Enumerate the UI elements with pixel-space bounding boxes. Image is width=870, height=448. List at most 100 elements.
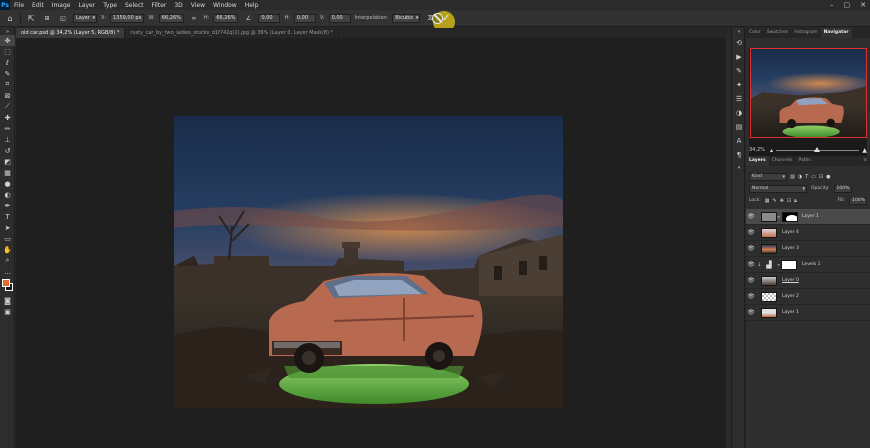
panel-menu-icon[interactable]: ≡ — [860, 156, 870, 166]
character-icon[interactable]: ᴬ — [732, 162, 746, 176]
gradient-tool-icon[interactable]: ▦ — [0, 167, 15, 178]
lock-position-icon[interactable]: ✥ — [780, 198, 784, 204]
lasso-tool-icon[interactable]: ℓ — [0, 57, 15, 68]
lock-all-icon[interactable]: 🔒︎ — [794, 198, 797, 204]
layer-thumbnail[interactable] — [761, 244, 777, 254]
history-brush-tool-icon[interactable]: ↺ — [0, 145, 15, 156]
visibility-eye-icon[interactable]: 👁︎ — [746, 225, 756, 241]
document-canvas-image[interactable] — [174, 116, 563, 408]
mask-link-icon[interactable]: ∞ — [777, 214, 780, 219]
menu-window[interactable]: Window — [209, 2, 241, 9]
menu-file[interactable]: File — [10, 2, 28, 9]
filter-type-icon[interactable]: T — [805, 174, 808, 180]
layer-row[interactable]: 👁︎ Layer 2 — [746, 289, 870, 305]
marquee-tool-icon[interactable]: ⬚ — [0, 46, 15, 57]
lock-artboard-icon[interactable]: ⊡ — [787, 198, 791, 204]
filter-smart-object-icon[interactable]: ⊡ — [819, 174, 823, 180]
menu-edit[interactable]: Edit — [28, 2, 48, 9]
glyphs-icon[interactable]: A — [732, 134, 746, 148]
opacity-field[interactable]: 100% — [833, 184, 852, 193]
brush-settings-icon[interactable]: ✎ — [732, 64, 746, 78]
menu-layer[interactable]: Layer — [74, 2, 99, 9]
path-select-tool-icon[interactable]: ➤ — [0, 222, 15, 233]
fill-field[interactable]: 100% — [849, 196, 867, 205]
lock-transparency-icon[interactable]: ▦ — [765, 198, 770, 204]
lock-pixels-icon[interactable]: ✎ — [773, 198, 777, 204]
interpolation-select[interactable]: Bicubic — [392, 13, 421, 23]
tab-histogram[interactable]: Histogram — [791, 28, 820, 38]
layer-row[interactable]: 👁︎ Layer 4 — [746, 225, 870, 241]
menu-image[interactable]: Image — [48, 2, 75, 9]
layer-kind-select[interactable]: Kind — [749, 172, 787, 181]
visibility-eye-icon[interactable]: 👁︎ — [746, 257, 756, 273]
document-tab-active[interactable]: old car.psd @ 34,2% (Layer 5, RGB/8) * — [16, 28, 126, 38]
blend-mode-select[interactable]: Normal — [749, 184, 807, 193]
adjustments-icon[interactable]: ◑ — [732, 106, 746, 120]
document-tab[interactable]: rusty_car_by_two_ladies_stocks_d1f742q(2… — [125, 28, 340, 38]
zoom-tool-icon[interactable]: ⌕ — [0, 255, 15, 266]
layer-mask-thumbnail[interactable] — [781, 260, 797, 270]
quick-select-tool-icon[interactable]: ✎ — [0, 68, 15, 79]
foreground-color-swatch[interactable] — [2, 279, 10, 287]
menu-filter[interactable]: Filter — [148, 2, 171, 9]
frame-tool-icon[interactable]: ⊠ — [0, 90, 15, 101]
crop-tool-icon[interactable]: ⌗ — [0, 79, 15, 90]
tab-navigator[interactable]: Navigator — [820, 28, 852, 38]
width-field[interactable]: 66,26% — [158, 13, 184, 23]
visibility-eye-icon[interactable]: 👁︎ — [746, 209, 756, 225]
brush-tool-icon[interactable]: ✏ — [0, 123, 15, 134]
zoom-value[interactable]: 34,2% — [749, 147, 767, 153]
layer-thumbnail[interactable] — [761, 276, 777, 286]
tab-paths[interactable]: Paths — [795, 156, 813, 166]
eyedropper-tool-icon[interactable]: ⟋ — [0, 101, 15, 112]
layer-row[interactable]: 👁︎ Layer 3 — [746, 241, 870, 257]
zoom-slider-thumb[interactable] — [813, 146, 820, 152]
layer-name[interactable]: Layer 1 — [782, 310, 799, 315]
quick-mask-icon[interactable]: ◙ — [0, 295, 15, 306]
visibility-eye-icon[interactable]: 👁︎ — [746, 241, 756, 257]
navigator-view-box[interactable] — [750, 48, 867, 138]
x-field[interactable]: 1359,00 px — [110, 13, 145, 23]
skew-v-field[interactable]: 0,00 — [328, 13, 351, 23]
libraries-icon[interactable]: ▤ — [732, 120, 746, 134]
layer-row[interactable]: 👁︎ ↓ ▟ ∞ Levels 1 — [746, 257, 870, 273]
reference-select[interactable]: Layer — [73, 13, 97, 23]
properties-icon[interactable]: ☰ — [732, 92, 746, 106]
layer-name[interactable]: Layer 2 — [782, 294, 799, 299]
close-icon[interactable]: ✕ — [860, 1, 866, 9]
rectangle-tool-icon[interactable]: ▭ — [0, 233, 15, 244]
eraser-tool-icon[interactable]: ◩ — [0, 156, 15, 167]
skew-h-field[interactable]: 0,00 — [293, 13, 316, 23]
collapse-panels-icon[interactable]: « — [732, 28, 746, 36]
maximize-icon[interactable]: ▢ — [844, 1, 851, 9]
filter-toggle-icon[interactable]: ● — [826, 174, 830, 180]
commit-transform-icon[interactable]: ✓ — [442, 13, 453, 24]
screen-mode-icon[interactable]: ▣ — [0, 306, 15, 317]
tab-layers[interactable]: Layers — [746, 156, 769, 166]
layer-thumbnail[interactable] — [761, 212, 777, 222]
levels-adjustment-icon[interactable]: ▟ — [763, 260, 775, 270]
layer-row[interactable]: 👁︎ ∞ Layer 1 — [746, 209, 870, 225]
move-tool-icon[interactable]: ✥ — [0, 35, 15, 46]
history-icon[interactable]: ⟲ — [732, 36, 746, 50]
visibility-eye-icon[interactable]: 👁︎ — [746, 289, 756, 305]
tab-channels[interactable]: Channels — [769, 156, 796, 166]
menu-3d[interactable]: 3D — [170, 2, 186, 9]
menu-select[interactable]: Select — [121, 2, 148, 9]
cancel-transform-icon[interactable] — [432, 13, 443, 24]
layer-thumbnail[interactable] — [761, 228, 777, 238]
visibility-eye-icon[interactable]: 👁︎ — [746, 305, 756, 321]
pen-tool-icon[interactable]: ✒ — [0, 200, 15, 211]
blur-tool-icon[interactable]: ● — [0, 178, 15, 189]
height-field[interactable]: 66,26% — [213, 13, 239, 23]
clone-stamp-tool-icon[interactable]: ⊥ — [0, 134, 15, 145]
paragraph-icon[interactable]: ¶ — [732, 148, 746, 162]
filter-pixel-icon[interactable]: ▨ — [790, 174, 795, 180]
home-icon[interactable]: ⌂ — [4, 12, 16, 24]
healing-brush-tool-icon[interactable]: ✚ — [0, 112, 15, 123]
collapse-icon[interactable]: » — [0, 28, 15, 35]
hand-tool-icon[interactable]: ✋ — [0, 244, 15, 255]
filter-adjustment-icon[interactable]: ◑ — [798, 174, 802, 180]
menu-help[interactable]: Help — [241, 2, 263, 9]
visibility-eye-icon[interactable]: 👁︎ — [746, 273, 756, 289]
